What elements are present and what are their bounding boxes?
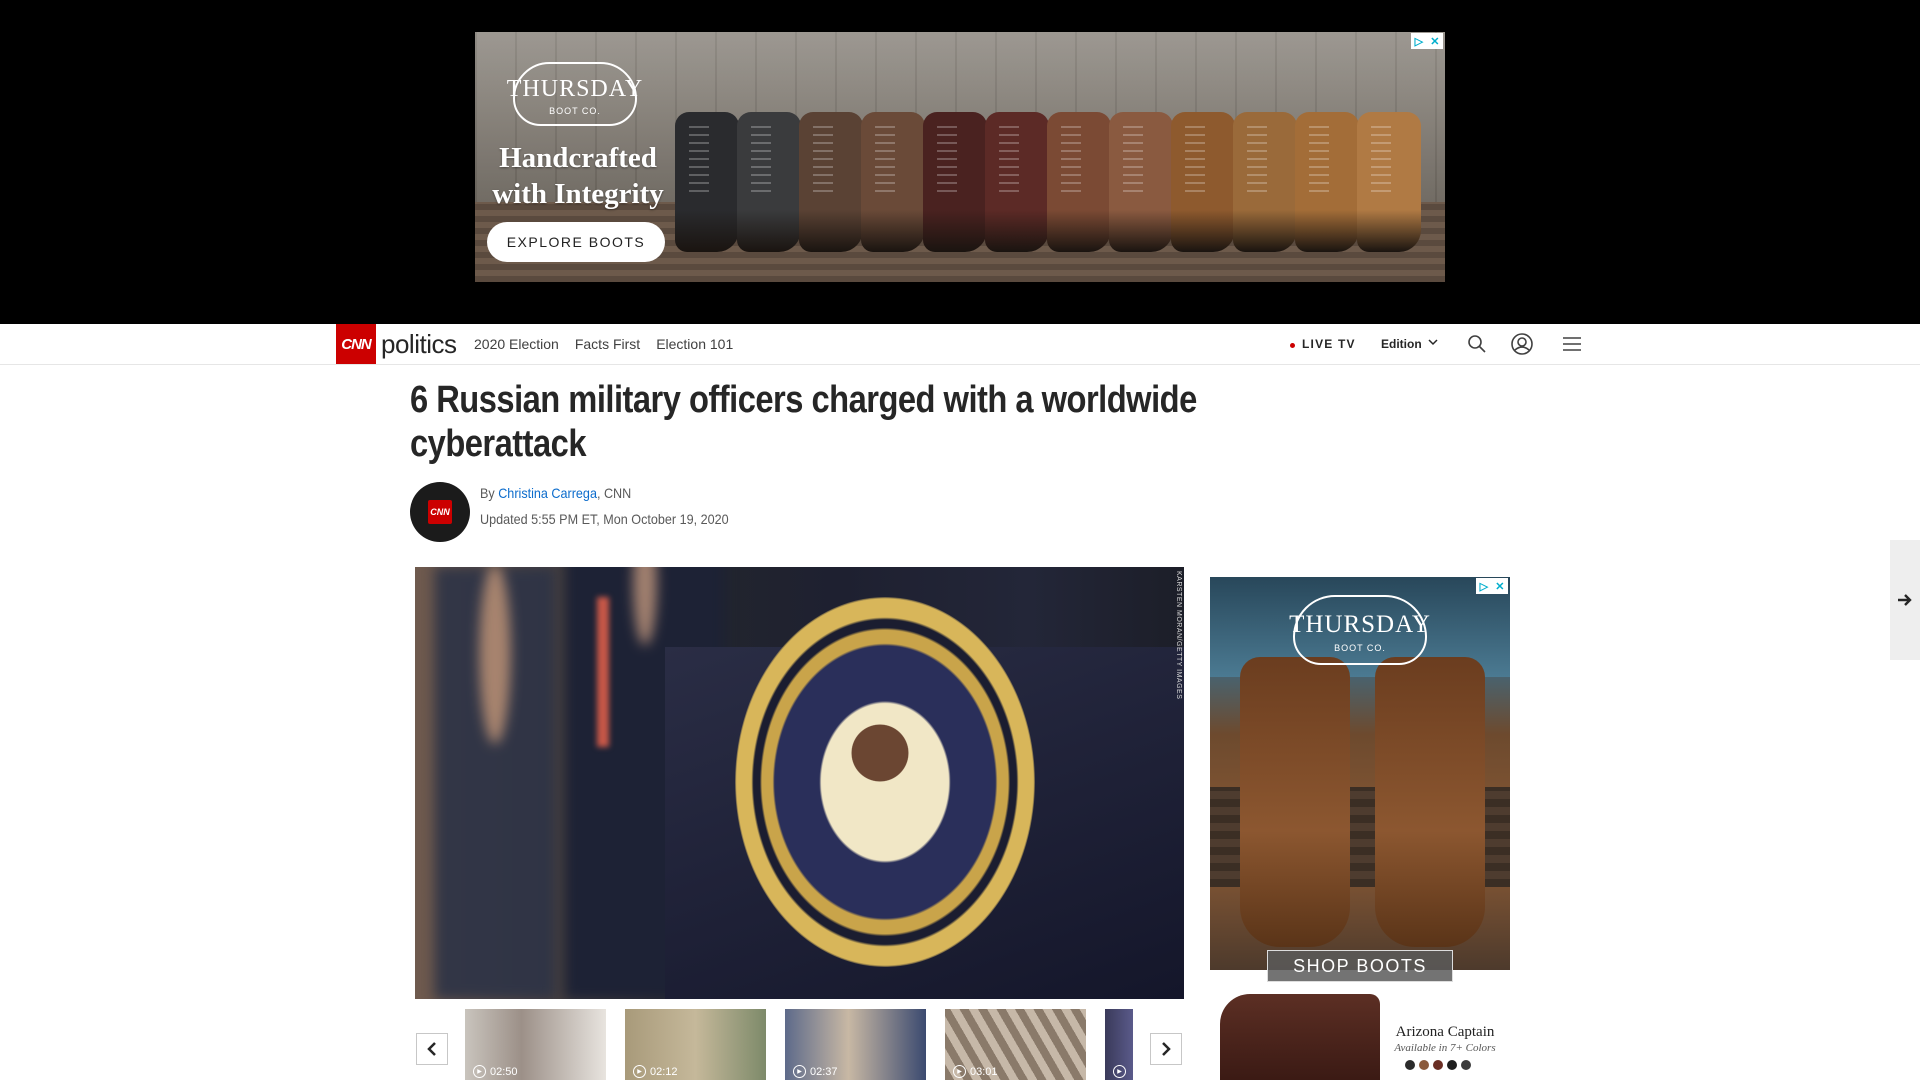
ad-close-icon[interactable]: ✕ [1495,580,1504,593]
video-thumb[interactable]: ▶ 03:01 [945,1009,1086,1080]
hero-image[interactable]: KARSTEN MORAN/GETTY IMAGES [415,567,1184,999]
section-name[interactable]: politics [381,329,457,360]
ad-boot [737,112,801,252]
rail-ad-boot-right [1375,657,1485,947]
product-name: Arizona Captain [1395,1024,1495,1040]
edition-dropdown[interactable]: Edition [1381,337,1422,351]
video-thumb[interactable]: ▶ 02:37 [785,1009,926,1080]
color-swatch[interactable] [1433,1060,1443,1070]
ad-boot [923,112,987,252]
video-duration: ▶ 02:50 [473,1065,518,1078]
byline-outlet: , CNN [596,485,632,501]
cnn-logo[interactable]: CNN [336,324,376,364]
video-thumb[interactable]: ▶ 02:12 [625,1009,766,1080]
live-dot-icon [1290,343,1295,348]
article-headline: 6 Russian military officers charged with… [410,379,1197,465]
account-icon[interactable] [1510,332,1534,356]
play-icon: ▶ [1113,1065,1126,1078]
video-duration: ▶ 02:12 [633,1065,678,1078]
chevron-right-icon [1162,1042,1171,1056]
product-colors-text: Available in 7+ Colors [1394,1042,1496,1054]
nav-link-2020-election[interactable]: 2020 Election [474,336,559,352]
rail-ad-boot-left [1240,657,1350,947]
top-nav: CNN politics 2020 Election Facts First E… [0,324,1920,365]
shop-boots-button[interactable]: SHOP BOOTS [1267,950,1453,982]
chevron-down-icon[interactable] [1428,338,1438,349]
carousel-next-button[interactable] [1150,1033,1182,1065]
byline-prefix: By [480,485,495,501]
byline: By Christina Carrega, CNN [480,485,631,501]
ad-headline: Handcrafted with Integrity [483,140,673,212]
duration-text: 02:50 [490,1065,518,1078]
ad-boot [675,112,739,252]
nav-links: 2020 Election Facts First Election 101 [474,324,733,364]
rail-ad-brand-logo: THURSDAY BOOT CO. [1285,587,1435,677]
duration-text: 03:01 [970,1065,998,1078]
rail-ad-brand-sub: BOOT CO. [1334,643,1386,653]
rail-ad-product[interactable]: Arizona Captain Available in 7+ Colors [1210,990,1510,1080]
top-ad-band: THURSDAY BOOT CO. Handcrafted with Integ… [0,0,1920,324]
product-boot-image [1220,994,1380,1080]
video-carousel: ▶ 02:50 ▶ 02:12 ▶ 02:37 ▶ 03:01 ▶ [415,1009,1184,1080]
video-duration: ▶ [1113,1065,1130,1078]
video-duration: ▶ 03:01 [953,1065,998,1078]
avatar-cnn-logo: CNN [428,500,452,524]
ad-boot [799,112,863,252]
chevron-left-icon [427,1042,436,1056]
ad-brand-sub: BOOT CO. [549,106,601,116]
updated-timestamp: Updated 5:55 PM ET, Mon October 19, 2020 [480,511,729,527]
rail-adchoices-badge[interactable]: ▷ ✕ [1476,578,1508,594]
adchoices-badge[interactable]: ▷ ✕ [1411,33,1443,49]
duration-text: 02:37 [810,1065,838,1078]
carousel-prev-button[interactable] [416,1033,448,1065]
color-swatch[interactable] [1447,1060,1457,1070]
ad-boots-row [675,102,1435,252]
ad-boot [861,112,925,252]
ad-headline-line2: with Integrity [492,178,664,210]
arrow-right-icon [1898,594,1912,606]
duration-text: 02:12 [650,1065,678,1078]
ad-boot [1109,112,1173,252]
ad-boot [1233,112,1297,252]
ad-boot [1295,112,1359,252]
video-duration: ▶ 02:37 [793,1065,838,1078]
ad-boot [985,112,1049,252]
live-tv-link[interactable]: LIVE TV [1302,337,1356,351]
nav-link-facts-first[interactable]: Facts First [575,336,640,352]
video-thumb[interactable]: ▶ [1105,1009,1133,1080]
color-swatch[interactable] [1405,1060,1415,1070]
video-thumb[interactable]: ▶ 02:50 [465,1009,606,1080]
photo-credit: KARSTEN MORAN/GETTY IMAGES [1175,571,1182,700]
rail-ad-brand-name: THURSDAY [1289,611,1431,638]
play-icon: ▶ [953,1065,966,1078]
ad-boot [1357,112,1421,252]
ad-headline-line1: Handcrafted [499,142,657,174]
rail-ad[interactable]: THURSDAY BOOT CO. ▷ ✕ [1210,577,1510,970]
adchoices-icon[interactable]: ▷ [1480,580,1488,593]
color-swatch[interactable] [1461,1060,1471,1070]
ad-boot [1171,112,1235,252]
adchoices-icon[interactable]: ▷ [1415,35,1423,48]
author-avatar: CNN [410,482,470,542]
next-article-tab[interactable] [1890,540,1920,660]
play-icon: ▶ [633,1065,646,1078]
explore-boots-button[interactable]: EXPLORE BOOTS [487,222,665,262]
color-swatch[interactable] [1419,1060,1429,1070]
ad-brand-name: THURSDAY [506,76,644,102]
ad-brand-logo: THURSDAY BOOT CO. [505,54,645,144]
ad-boot [1047,112,1111,252]
color-swatches [1405,1060,1471,1070]
author-link[interactable]: Christina Carrega [498,485,597,501]
menu-icon[interactable] [1560,332,1584,356]
nav-link-election-101[interactable]: Election 101 [656,336,733,352]
play-icon: ▶ [793,1065,806,1078]
ad-close-icon[interactable]: ✕ [1430,35,1439,48]
seal-eagle [835,717,925,807]
leaderboard-ad[interactable]: THURSDAY BOOT CO. Handcrafted with Integ… [475,32,1445,282]
play-icon: ▶ [473,1065,486,1078]
search-icon[interactable] [1465,332,1489,356]
